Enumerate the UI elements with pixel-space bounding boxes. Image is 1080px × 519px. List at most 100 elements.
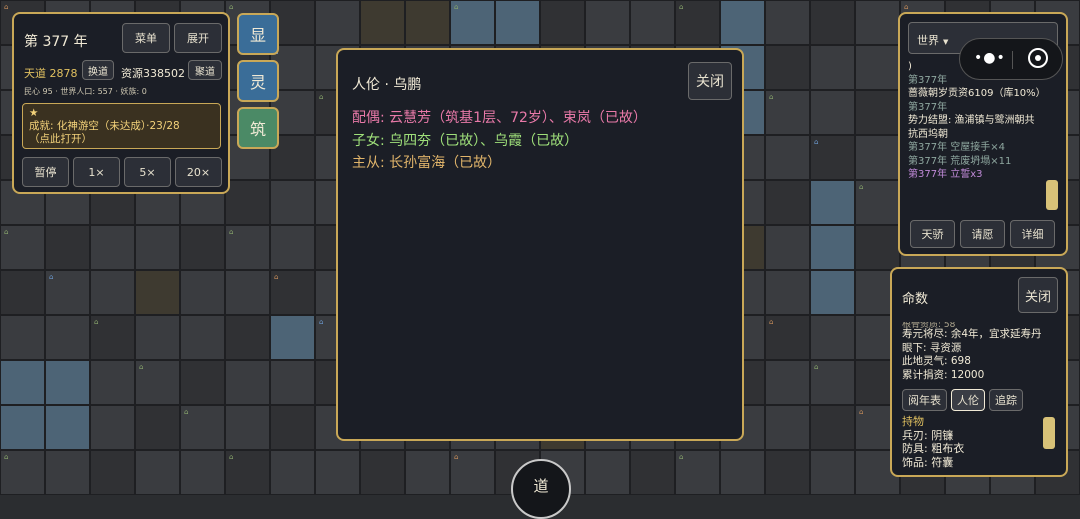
map-tile[interactable]: ⌂ xyxy=(675,450,720,495)
map-tile[interactable] xyxy=(45,360,90,405)
tab-relations[interactable]: 人伦 xyxy=(951,389,985,411)
map-tile[interactable] xyxy=(270,225,315,270)
map-tile[interactable]: ⌂ xyxy=(0,450,45,495)
map-tile[interactable] xyxy=(495,0,540,45)
map-tile[interactable] xyxy=(180,315,225,360)
map-tile[interactable] xyxy=(810,315,855,360)
map-tile[interactable] xyxy=(180,450,225,495)
map-tile[interactable] xyxy=(0,405,45,450)
dao-button[interactable]: 道 xyxy=(511,459,571,519)
map-tile[interactable] xyxy=(90,270,135,315)
map-tile[interactable] xyxy=(765,450,810,495)
map-tile[interactable] xyxy=(585,0,630,45)
map-tile[interactable] xyxy=(45,225,90,270)
map-tile[interactable]: ⌂ xyxy=(45,270,90,315)
prodigy-button[interactable]: 天骄 xyxy=(910,220,955,248)
map-tile[interactable] xyxy=(810,90,855,135)
map-tile[interactable]: ⌂ xyxy=(225,450,270,495)
map-tile[interactable] xyxy=(855,90,900,135)
map-tile[interactable]: ⌂ xyxy=(270,270,315,315)
map-tile[interactable] xyxy=(765,405,810,450)
map-tile[interactable] xyxy=(180,270,225,315)
map-tile[interactable] xyxy=(360,0,405,45)
map-tile[interactable] xyxy=(720,0,765,45)
map-tile[interactable] xyxy=(765,135,810,180)
petition-button[interactable]: 请愿 xyxy=(960,220,1005,248)
map-tile[interactable] xyxy=(405,450,450,495)
map-tile[interactable] xyxy=(630,0,675,45)
map-tile[interactable] xyxy=(225,270,270,315)
map-tile[interactable] xyxy=(180,360,225,405)
map-tile[interactable] xyxy=(0,315,45,360)
speed-5x-button[interactable]: 5× xyxy=(124,157,171,187)
map-tile[interactable]: ⌂ xyxy=(450,450,495,495)
map-tile[interactable]: ⌂ xyxy=(135,360,180,405)
details-button[interactable]: 详细 xyxy=(1010,220,1055,248)
map-tile[interactable] xyxy=(765,360,810,405)
map-tile[interactable] xyxy=(315,450,360,495)
map-tile[interactable] xyxy=(225,405,270,450)
map-tile[interactable] xyxy=(810,405,855,450)
map-tile[interactable] xyxy=(810,225,855,270)
map-tile[interactable]: ⌂ xyxy=(765,315,810,360)
map-tile[interactable] xyxy=(810,180,855,225)
pause-button[interactable]: 暂停 xyxy=(22,157,69,187)
map-tile[interactable] xyxy=(135,270,180,315)
map-tile[interactable] xyxy=(765,270,810,315)
speed-1x-button[interactable]: 1× xyxy=(73,157,120,187)
map-tile[interactable] xyxy=(45,315,90,360)
map-tile[interactable] xyxy=(0,270,45,315)
map-tile[interactable] xyxy=(270,405,315,450)
map-tile[interactable] xyxy=(540,0,585,45)
map-tile[interactable] xyxy=(225,180,270,225)
map-tile[interactable] xyxy=(135,450,180,495)
map-tile[interactable] xyxy=(225,360,270,405)
map-tile[interactable] xyxy=(270,315,315,360)
map-tile[interactable] xyxy=(810,45,855,90)
map-tile[interactable] xyxy=(180,225,225,270)
fate-close-button[interactable]: 关闭 xyxy=(1018,277,1058,313)
close-button[interactable]: 关闭 xyxy=(688,62,732,100)
map-tile[interactable] xyxy=(90,360,135,405)
map-tile[interactable] xyxy=(405,0,450,45)
build-button[interactable]: 筑 xyxy=(237,107,279,149)
map-tile[interactable] xyxy=(855,45,900,90)
map-tile[interactable] xyxy=(225,315,270,360)
map-tile[interactable] xyxy=(90,225,135,270)
map-tile[interactable]: ⌂ xyxy=(0,225,45,270)
map-tile[interactable] xyxy=(0,360,45,405)
map-tile[interactable] xyxy=(90,450,135,495)
map-tile[interactable]: ⌂ xyxy=(675,0,720,45)
map-tile[interactable] xyxy=(720,450,765,495)
show-toggle-button[interactable]: 显 xyxy=(237,13,279,55)
map-tile[interactable] xyxy=(45,405,90,450)
map-tile[interactable]: ⌂ xyxy=(180,405,225,450)
map-tile[interactable]: ⌂ xyxy=(90,315,135,360)
map-tile[interactable]: ⌂ xyxy=(810,135,855,180)
map-tile[interactable] xyxy=(270,360,315,405)
achievement-card[interactable]: ★ 成就: 化神游空（未达成）·23/28 （点此打开） xyxy=(22,103,221,149)
map-tile[interactable] xyxy=(135,225,180,270)
map-tile[interactable] xyxy=(585,450,630,495)
map-tile[interactable] xyxy=(45,450,90,495)
map-tile[interactable] xyxy=(360,450,405,495)
expand-button[interactable]: 展开 xyxy=(174,23,222,53)
spirit-toggle-button[interactable]: 灵 xyxy=(237,60,279,102)
map-tile[interactable] xyxy=(855,225,900,270)
map-tile[interactable] xyxy=(810,450,855,495)
map-tile[interactable] xyxy=(765,225,810,270)
map-tile[interactable] xyxy=(135,405,180,450)
map-tile[interactable] xyxy=(315,0,360,45)
map-tile[interactable] xyxy=(765,180,810,225)
map-tile[interactable] xyxy=(90,405,135,450)
swap-dao-button[interactable]: 换道 xyxy=(82,60,114,80)
tab-timeline[interactable]: 阅年表 xyxy=(902,389,947,411)
map-tile[interactable]: ⌂ xyxy=(450,0,495,45)
map-tile[interactable]: ⌂ xyxy=(810,360,855,405)
map-tile[interactable] xyxy=(630,450,675,495)
map-tile[interactable] xyxy=(855,135,900,180)
map-tile[interactable] xyxy=(270,180,315,225)
scrollbar-thumb[interactable] xyxy=(1046,180,1058,210)
fate-scrollbar-thumb[interactable] xyxy=(1043,417,1055,449)
gather-dao-button[interactable]: 聚道 xyxy=(188,60,222,80)
